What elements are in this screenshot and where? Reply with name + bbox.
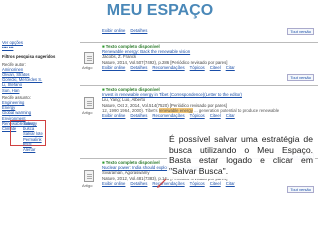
recommendations-link[interactable]: Recomendações — [152, 113, 184, 118]
view-online-link[interactable]: Exibir online — [102, 65, 125, 70]
save-search-link[interactable]: Salvar busca — [11, 121, 45, 131]
save-search-callout: É possível salvar uma estratégia de busc… — [167, 133, 315, 179]
callout-pointer-icon — [157, 178, 167, 188]
result-type-box: Artigo — [82, 170, 96, 190]
list-item: Artigo Texto completo disponível Renewab… — [80, 40, 318, 82]
cited-link[interactable]: Citeel — [210, 181, 221, 186]
details-link[interactable]: Detalhes — [130, 113, 147, 118]
topics-link[interactable]: Tópicos — [190, 65, 205, 70]
cited-link[interactable]: Citeel — [210, 113, 221, 118]
alert-link[interactable]: Alertar — [11, 147, 45, 152]
result-actions: Exibir online Detalhes — [102, 28, 314, 33]
result-body: Texto completo disponível Invest in rene… — [102, 87, 314, 118]
result-actions: Exibir online Detalhes Recomendações Tópico… — [102, 65, 314, 70]
details-link[interactable]: Detalhes — [130, 28, 147, 33]
topics-link[interactable]: Tópicos — [190, 181, 205, 186]
list-item: Artigo Texto completo disponível Invest … — [80, 83, 318, 161]
result-type-label: Artigo — [82, 110, 93, 115]
result-type-box: Artigo — [82, 52, 96, 72]
result-type-box: Artigo — [82, 97, 96, 117]
cite-link[interactable]: Citar — [226, 113, 235, 118]
cited-link[interactable]: Citeel — [210, 65, 221, 70]
view-online-link[interactable]: Exibir online — [102, 28, 125, 33]
cite-link[interactable]: Citar — [226, 181, 235, 186]
save-version-button[interactable]: Tout versão — [287, 74, 314, 82]
sidebar-top-link-2[interactable]: •••• ••• — [2, 45, 76, 50]
details-link[interactable]: Detalhes — [130, 65, 147, 70]
result-separator — [80, 42, 318, 43]
save-version-button[interactable]: Tout versão — [287, 186, 314, 194]
author-filter-item[interactable]: Sun, Han — [2, 88, 76, 93]
cite-link[interactable]: Citar — [226, 65, 235, 70]
view-online-link[interactable]: Exibir online — [102, 113, 125, 118]
result-type-label: Artigo — [82, 65, 93, 70]
page-title: MEU ESPAÇO — [106, 2, 214, 19]
article-icon — [84, 170, 94, 182]
result-body: Exibir online Detalhes — [102, 28, 314, 33]
details-link[interactable]: Detalhes — [130, 181, 147, 186]
recommendations-link[interactable]: Recomendações — [152, 65, 184, 70]
filters-heading: Filtros pesquisa sugeridos — [2, 54, 56, 60]
result-type-label: Artigo — [82, 183, 93, 188]
topics-link[interactable]: Tópicos — [190, 113, 205, 118]
view-online-link[interactable]: Exibir online — [102, 181, 125, 186]
result-separator — [80, 85, 318, 86]
article-icon — [84, 97, 94, 109]
article-icon — [84, 52, 94, 64]
save-version-button[interactable]: Tout versão — [287, 28, 314, 36]
result-body: Texto completo disponível Renewable ener… — [102, 44, 314, 70]
save-search-highlight-box: Salvar busca Salvar lote Permalink RSS A… — [10, 120, 46, 152]
result-actions: Exibir online Detalhes Recomendações Tópico… — [102, 113, 314, 118]
result-actions: Exibir online Detalhes Recomendações Tópico… — [102, 181, 314, 186]
